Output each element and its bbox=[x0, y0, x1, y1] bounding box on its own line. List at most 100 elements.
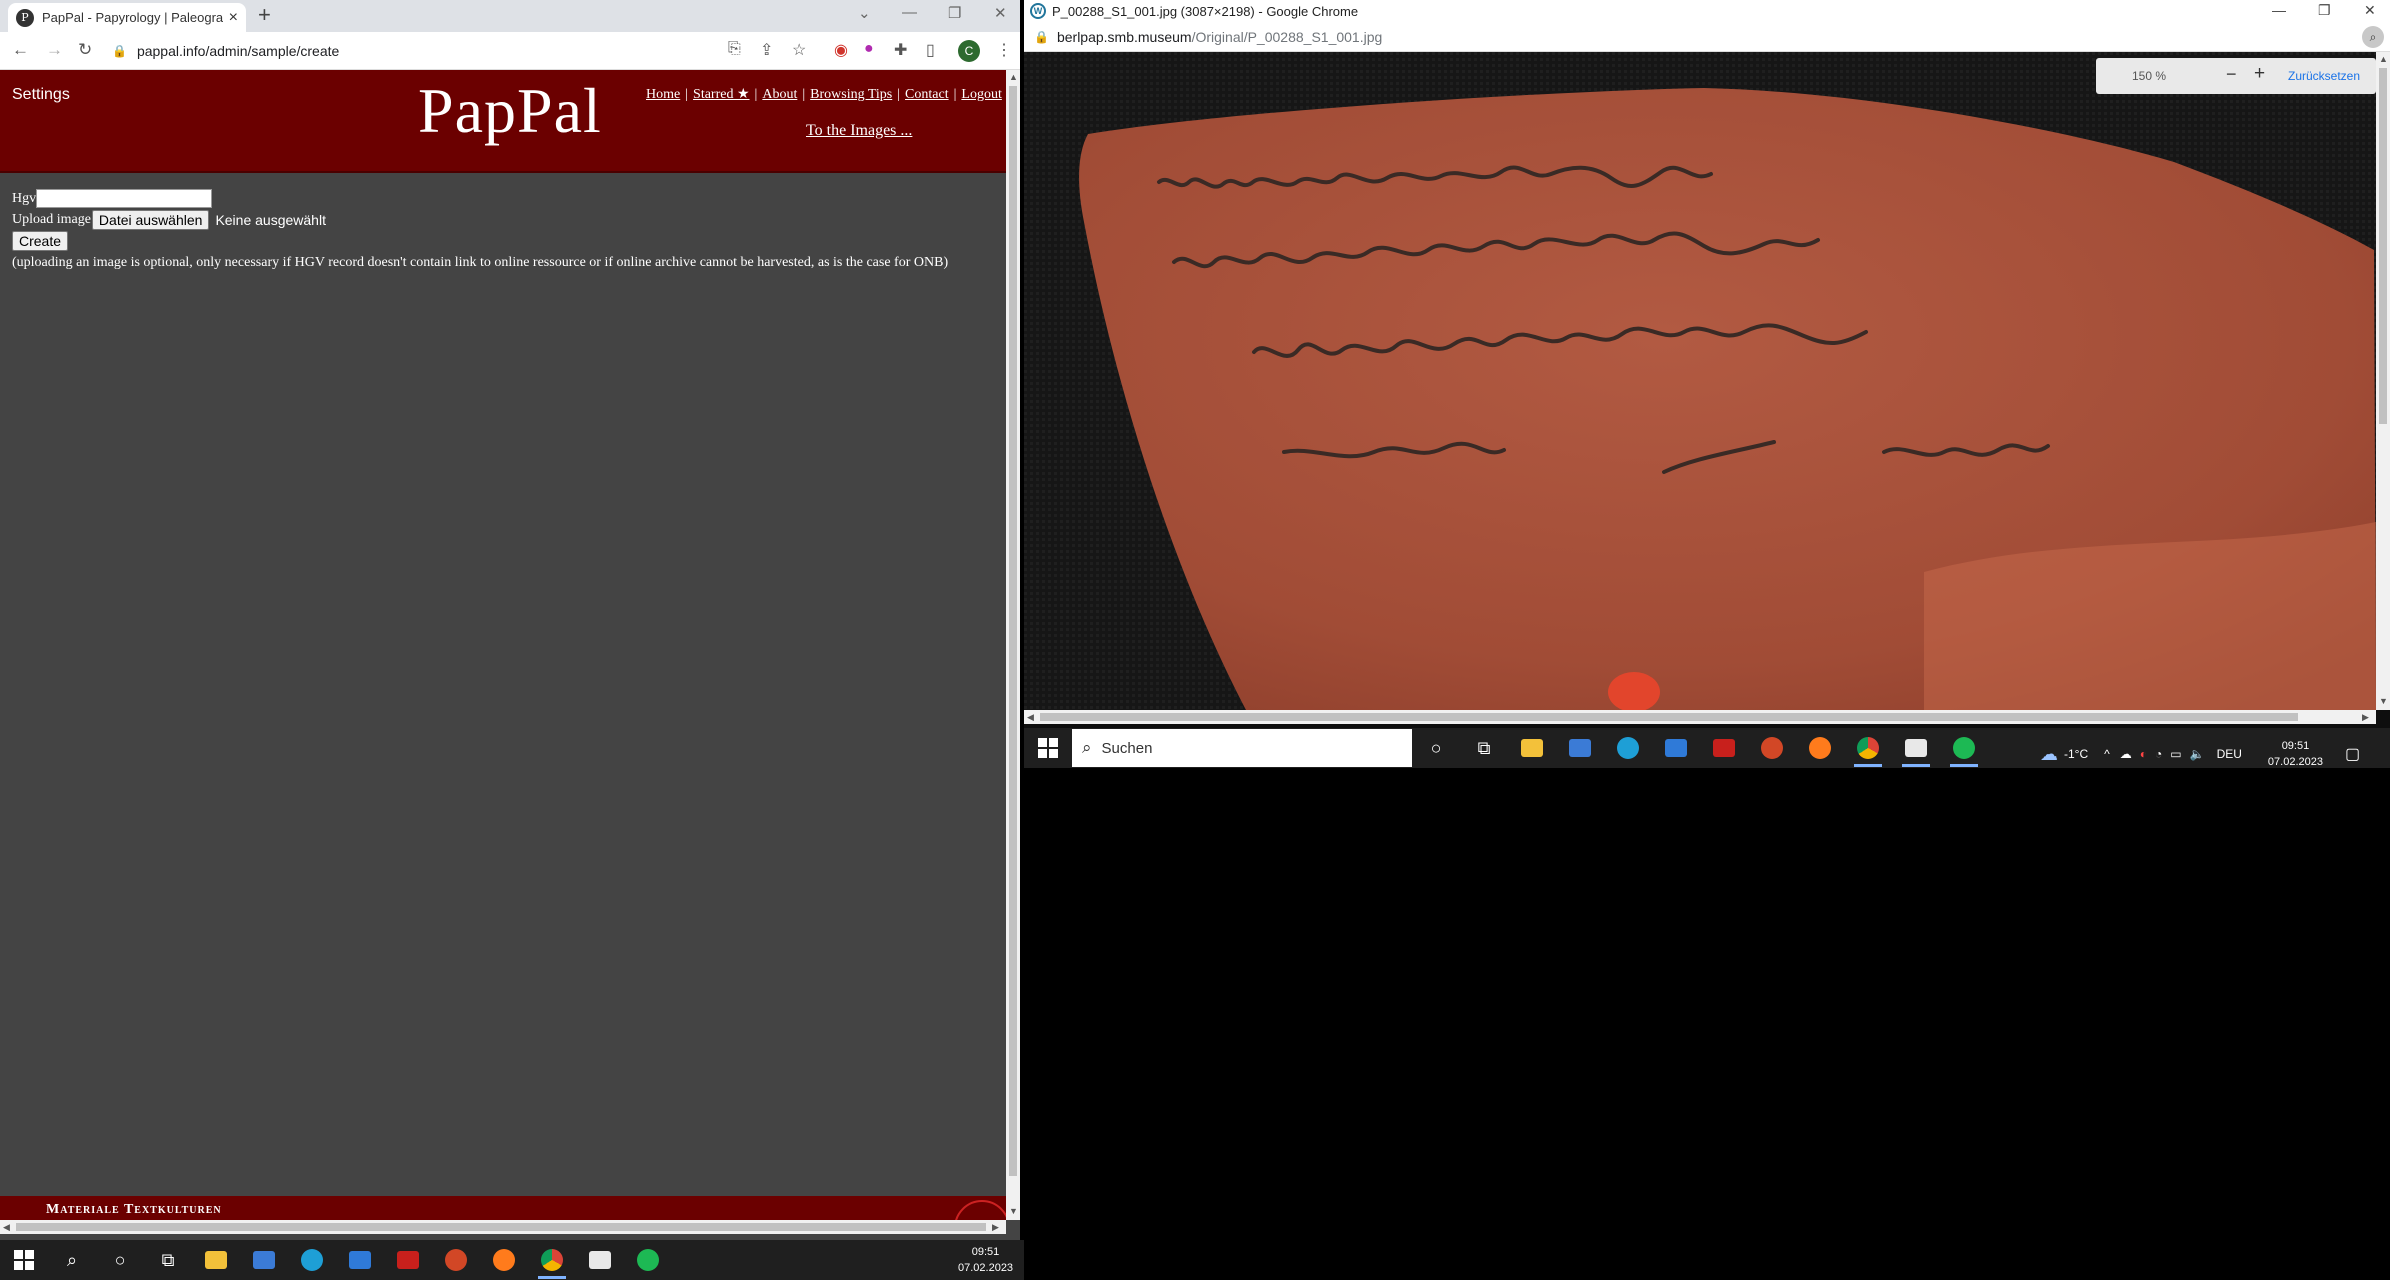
windows-start-icon[interactable] bbox=[1038, 738, 1058, 758]
file-explorer-icon[interactable] bbox=[192, 1240, 240, 1280]
cortana-icon[interactable]: ○ bbox=[1412, 728, 1460, 768]
magnifier-icon[interactable]: ⌕ bbox=[2362, 26, 2384, 48]
tab-pappal[interactable]: P PapPal - Papyrology | Paleograph × bbox=[8, 3, 246, 32]
new-tab-plus-icon[interactable]: + bbox=[258, 2, 271, 28]
back-arrow-icon[interactable]: ← bbox=[12, 40, 29, 60]
cortana-icon[interactable]: ○ bbox=[96, 1240, 144, 1280]
mail-icon[interactable] bbox=[336, 1240, 384, 1280]
hgv-input[interactable] bbox=[36, 189, 213, 208]
profile-avatar-icon[interactable]: C bbox=[958, 40, 980, 62]
right-address-bar[interactable]: 🔒 berlpap.smb.museum/Original/P_00288_S1… bbox=[1024, 22, 2390, 52]
side-panel-icon[interactable]: ▯ bbox=[926, 40, 935, 60]
choose-file-button[interactable]: Datei auswählen bbox=[91, 209, 210, 230]
scroll-thumb[interactable] bbox=[2379, 68, 2387, 424]
task-view-icon[interactable]: ⧉ bbox=[144, 1240, 192, 1280]
notepad-window-icon[interactable] bbox=[1892, 728, 1940, 768]
volume-icon[interactable]: 🔈 bbox=[2190, 747, 2205, 761]
nav-home[interactable]: Home bbox=[646, 87, 680, 102]
extension-red-icon[interactable]: ◉ bbox=[834, 40, 848, 60]
scroll-down-arrow-icon[interactable]: ▼ bbox=[2379, 696, 2388, 706]
acrobat-icon[interactable] bbox=[384, 1240, 432, 1280]
scroll-left-arrow-icon[interactable]: ◀ bbox=[3, 1222, 10, 1233]
notepad-window-icon[interactable] bbox=[576, 1240, 624, 1280]
url-text: pappal.info/admin/sample/create bbox=[136, 43, 340, 59]
windows-start-icon[interactable] bbox=[14, 1250, 34, 1270]
weather-cloud-icon[interactable]: ☁ bbox=[2040, 744, 2058, 765]
scroll-thumb[interactable] bbox=[1009, 86, 1017, 1176]
scroll-thumb[interactable] bbox=[16, 1223, 986, 1231]
window-close-icon[interactable]: ✕ bbox=[994, 4, 1007, 22]
powerpoint-icon[interactable] bbox=[1748, 728, 1796, 768]
nav-browsing-tips[interactable]: Browsing Tips bbox=[810, 87, 892, 102]
horizontal-scrollbar[interactable]: ◀ ▶ bbox=[1024, 710, 2376, 724]
vertical-scrollbar[interactable]: ▲ ▼ bbox=[2376, 52, 2390, 710]
meet-now-icon[interactable]: ◐ bbox=[2140, 747, 2147, 761]
settings-link[interactable]: Settings bbox=[12, 86, 70, 104]
nav-about[interactable]: About bbox=[762, 87, 797, 102]
battery-icon[interactable]: ▭ bbox=[2170, 747, 2181, 761]
translate-icon[interactable]: ⎘ bbox=[728, 40, 741, 58]
spotify-icon[interactable] bbox=[1940, 728, 1988, 768]
create-button[interactable]: Create bbox=[12, 230, 69, 251]
store-icon[interactable] bbox=[240, 1240, 288, 1280]
close-icon[interactable]: × bbox=[229, 9, 238, 27]
forward-arrow-icon[interactable]: → bbox=[46, 40, 63, 60]
firefox-icon[interactable] bbox=[480, 1240, 528, 1280]
tab-strip: P PapPal - Papyrology | Paleograph × + ⌄… bbox=[0, 0, 1020, 32]
acrobat-icon[interactable] bbox=[1700, 728, 1748, 768]
powerpoint-icon[interactable] bbox=[432, 1240, 480, 1280]
pappal-logo[interactable]: PapPal bbox=[418, 74, 602, 148]
taskbar-clock[interactable]: 09:51 07.02.2023 bbox=[958, 1244, 1013, 1276]
weather-temp[interactable]: -1°C bbox=[2064, 747, 2088, 761]
file-explorer-icon[interactable] bbox=[1508, 728, 1556, 768]
puzzle-extensions-icon[interactable]: ✚ bbox=[894, 40, 907, 60]
restore-icon[interactable]: ❐ bbox=[948, 4, 961, 22]
zoom-reset-button[interactable]: Zurücksetzen bbox=[2288, 69, 2360, 83]
share-icon[interactable]: ⇪ bbox=[760, 40, 773, 60]
window-close-icon[interactable]: ✕ bbox=[2364, 2, 2376, 19]
menu-dots-icon[interactable]: ⋮ bbox=[996, 40, 1012, 60]
spotify-icon[interactable] bbox=[624, 1240, 672, 1280]
reload-icon[interactable]: ↻ bbox=[78, 40, 92, 60]
to-images-link[interactable]: To the Images ... bbox=[806, 122, 912, 140]
input-language[interactable]: DEU bbox=[2217, 747, 2242, 761]
address-bar[interactable]: 🔒 pappal.info/admin/sample/create bbox=[112, 38, 712, 64]
zoom-in-button[interactable]: + bbox=[2254, 63, 2265, 85]
store-icon[interactable] bbox=[1556, 728, 1604, 768]
tray-chevron-icon[interactable]: ^ bbox=[2104, 747, 2110, 761]
wifi-icon[interactable]: ◔ bbox=[2155, 747, 2162, 761]
tab-search-chevron-icon[interactable]: ⌄ bbox=[858, 4, 871, 22]
minimize-icon[interactable]: — bbox=[902, 4, 917, 21]
firefox-icon[interactable] bbox=[1796, 728, 1844, 768]
task-view-icon[interactable]: ⧉ bbox=[1460, 728, 1508, 768]
horizontal-scrollbar[interactable]: ◀ ▶ bbox=[0, 1220, 1006, 1234]
taskbar-search-box[interactable]: ⌕ Suchen bbox=[1072, 729, 1412, 767]
extension-magenta-icon[interactable]: ● bbox=[864, 40, 874, 58]
edge-icon[interactable] bbox=[288, 1240, 336, 1280]
scroll-left-arrow-icon[interactable]: ◀ bbox=[1027, 712, 1034, 723]
image-viewer[interactable]: 150 % − + Zurücksetzen bbox=[1024, 52, 2376, 710]
scroll-down-arrow-icon[interactable]: ▼ bbox=[1009, 1206, 1018, 1216]
minimize-icon[interactable]: — bbox=[2272, 2, 2286, 18]
scroll-right-arrow-icon[interactable]: ▶ bbox=[2362, 712, 2369, 723]
edge-icon[interactable] bbox=[1604, 728, 1652, 768]
zoom-out-button[interactable]: − bbox=[2226, 64, 2237, 85]
restore-icon[interactable]: ❐ bbox=[2318, 2, 2331, 19]
scroll-right-arrow-icon[interactable]: ▶ bbox=[992, 1222, 999, 1233]
notifications-icon[interactable]: ▢ bbox=[2345, 744, 2360, 764]
scroll-up-arrow-icon[interactable]: ▲ bbox=[2379, 54, 2388, 64]
nav-logout[interactable]: Logout bbox=[961, 87, 1001, 102]
search-icon[interactable]: ⌕ bbox=[48, 1240, 96, 1280]
scroll-thumb[interactable] bbox=[1040, 713, 2298, 721]
bookmark-star-icon[interactable]: ☆ bbox=[792, 40, 806, 60]
mail-icon[interactable] bbox=[1652, 728, 1700, 768]
footer-title[interactable]: Materiale Textkulturen bbox=[46, 1202, 222, 1218]
onedrive-icon[interactable]: ☁ bbox=[2120, 747, 2132, 761]
scroll-up-arrow-icon[interactable]: ▲ bbox=[1009, 72, 1018, 82]
chrome-icon[interactable] bbox=[528, 1240, 576, 1280]
vertical-scrollbar[interactable]: ▲ ▼ bbox=[1006, 70, 1020, 1220]
nav-starred[interactable]: Starred ★ bbox=[693, 87, 749, 102]
taskbar-clock[interactable]: 09:51 07.02.2023 bbox=[2268, 738, 2323, 770]
nav-contact[interactable]: Contact bbox=[905, 87, 949, 102]
chrome-icon[interactable] bbox=[1844, 728, 1892, 768]
